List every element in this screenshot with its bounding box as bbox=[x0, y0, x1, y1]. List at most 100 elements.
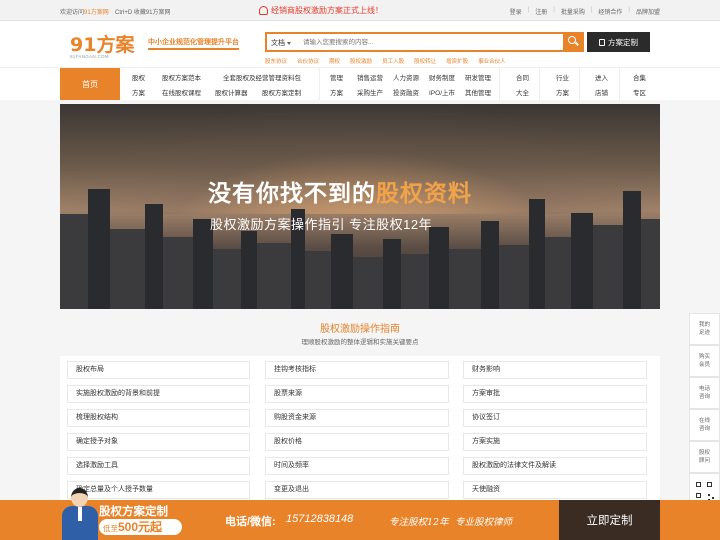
guide-link[interactable]: 挂钩考核指标 bbox=[265, 361, 449, 379]
dealer-link[interactable]: 经销合作 bbox=[598, 7, 622, 16]
banner-headline: 没有你找不到的股权资料 bbox=[208, 174, 472, 208]
login-link[interactable]: 登录 bbox=[510, 7, 522, 16]
guide-link[interactable]: 财务影响 bbox=[463, 361, 647, 379]
welcome-prefix: 欢迎访问 bbox=[60, 10, 85, 16]
slogan: 中小企业规范化管理提升平台 bbox=[148, 37, 239, 50]
guide-link[interactable]: 股票来源 bbox=[265, 385, 449, 403]
nav-group-title[interactable]: 合同 bbox=[516, 72, 529, 82]
nav-group-title[interactable]: 行业 bbox=[556, 72, 569, 82]
sidebar-phone[interactable]: 电话 咨询 bbox=[689, 377, 720, 409]
nav-group-title[interactable]: 进入 bbox=[595, 72, 608, 82]
sidebar-footprint[interactable]: 我的 足迹 bbox=[689, 313, 720, 345]
nav-group-title[interactable]: 方案 bbox=[330, 87, 343, 97]
nav-item[interactable]: IPO/上市 bbox=[429, 87, 455, 97]
nav-group-title[interactable]: 大全 bbox=[516, 87, 529, 97]
nav-item[interactable]: 其他管理 bbox=[465, 87, 491, 97]
sidebar-label: 电话 bbox=[698, 386, 710, 392]
nav-group-title[interactable]: 管理 bbox=[330, 72, 343, 82]
sidebar-advisor[interactable]: 股权 顾问 bbox=[689, 441, 720, 473]
franchise-link[interactable]: 品牌加盟 bbox=[636, 7, 660, 16]
price-badge: 低至500元起 bbox=[99, 519, 182, 535]
guide-link[interactable]: 方案审批 bbox=[463, 385, 647, 403]
nav-item[interactable]: 股权计算器 bbox=[215, 87, 248, 97]
logo[interactable]: 91方案 91FANGAN.COM bbox=[70, 30, 140, 62]
nav-item[interactable]: 股权方案范本 bbox=[162, 72, 201, 82]
price-prefix: 低至 bbox=[103, 524, 118, 533]
custom-plan-label: 方案定制 bbox=[608, 37, 638, 47]
hot-link[interactable]: 事业合伙人 bbox=[478, 57, 506, 65]
hot-link[interactable]: 股权转让 bbox=[414, 57, 436, 65]
consultant-avatar bbox=[58, 486, 102, 540]
search-button[interactable] bbox=[563, 32, 584, 52]
nav-group-title[interactable]: 店铺 bbox=[595, 87, 608, 97]
guide-link[interactable]: 股权激励的法律文件及解读 bbox=[463, 457, 647, 475]
nav-item[interactable]: 人力资源 bbox=[393, 72, 419, 82]
announcement[interactable]: 经销商股权激励方案正式上线！ bbox=[259, 5, 383, 16]
tagline-experience: 专注股权12年 bbox=[389, 517, 449, 528]
document-icon bbox=[599, 38, 605, 46]
divider: | bbox=[590, 7, 593, 13]
logo-text: 91方案 bbox=[70, 34, 135, 56]
nav-group-title[interactable]: 方案 bbox=[132, 87, 145, 97]
banner-subline: 股权激励方案操作指引 专注股权12年 bbox=[210, 217, 433, 232]
hot-link[interactable]: 期权 bbox=[329, 57, 340, 65]
site-name-link[interactable]: 91方案网 bbox=[84, 10, 109, 16]
nav-item[interactable]: 财务制度 bbox=[429, 72, 455, 82]
top-bar: 欢迎访问91方案网 Ctrl+D 收藏91方案网 经销商股权激励方案正式上线！ … bbox=[0, 0, 720, 21]
guide-link[interactable]: 购股资金来源 bbox=[265, 409, 449, 427]
bookmark-hint[interactable]: Ctrl+D 收藏91方案网 bbox=[115, 7, 171, 16]
sidebar-label: 股权 bbox=[698, 450, 710, 456]
guide-link[interactable]: 股权价格 bbox=[265, 433, 449, 451]
guide-link[interactable]: 天使融资 bbox=[463, 481, 647, 499]
sidebar-label: 顾问 bbox=[698, 458, 710, 464]
sidebar-label: 我的 bbox=[698, 322, 710, 328]
divider: | bbox=[553, 7, 555, 13]
guide-link[interactable]: 选择激励工具 bbox=[67, 457, 250, 475]
nav-home[interactable]: 首页 bbox=[60, 68, 120, 100]
hot-link[interactable]: 员工入股 bbox=[382, 57, 404, 65]
nav-item[interactable]: 采购生产 bbox=[357, 87, 383, 97]
customize-now-button[interactable]: 立即定制 bbox=[559, 500, 660, 540]
search-input[interactable] bbox=[303, 36, 553, 49]
sidebar-label: 会员 bbox=[698, 362, 710, 368]
nav-item[interactable]: 在线股权课程 bbox=[162, 87, 201, 97]
logo-subtext: 91FANGAN.COM bbox=[70, 54, 109, 59]
guide-link[interactable]: 实施股权激励的背景和前提 bbox=[67, 385, 250, 403]
hot-link[interactable]: 股东协议 bbox=[265, 57, 287, 65]
nav-item[interactable]: 投资融资 bbox=[393, 87, 419, 97]
nav-item[interactable]: 销售运营 bbox=[357, 72, 383, 82]
main-nav: 首页 股权 方案 股权方案范本 全套股权及经营管理资料包 在线股权课程 股权计算… bbox=[0, 67, 720, 100]
top-links: 登录 | 注册 | 批量采购 | 经销合作 | 品牌加盟 bbox=[510, 7, 660, 16]
header: 91方案 91FANGAN.COM 中小企业规范化管理提升平台 文档 方案定制 … bbox=[0, 21, 720, 67]
nav-item[interactable]: 研发管理 bbox=[465, 72, 491, 82]
sidebar-label: 咨询 bbox=[698, 426, 710, 432]
nav-group-title[interactable]: 方案 bbox=[556, 87, 569, 97]
guide-link[interactable]: 协议签订 bbox=[463, 409, 647, 427]
hot-link[interactable]: 合伙协议 bbox=[297, 57, 319, 65]
sidebar-membership[interactable]: 购买 会员 bbox=[689, 345, 720, 377]
guide-link[interactable]: 确定授予对象 bbox=[67, 433, 250, 451]
nav-group-title[interactable]: 股权 bbox=[132, 72, 145, 82]
nav-group-title[interactable]: 专区 bbox=[633, 87, 646, 97]
guide-link[interactable]: 股权布局 bbox=[67, 361, 250, 379]
nav-item[interactable]: 股权方案定制 bbox=[262, 87, 301, 97]
search-type-select[interactable]: 文档 bbox=[271, 38, 291, 48]
guide-link[interactable]: 变更及退出 bbox=[265, 481, 449, 499]
custom-plan-button[interactable]: 方案定制 bbox=[587, 32, 650, 52]
hero-banner[interactable]: 没有你找不到的股权资料 股权激励方案操作指引 专注股权12年 bbox=[60, 104, 660, 309]
guide-link[interactable]: 梳理股权结构 bbox=[67, 409, 250, 427]
hot-link[interactable]: 股权激励 bbox=[350, 57, 372, 65]
announcement-text: 经销商股权激励方案正式上线！ bbox=[271, 6, 383, 15]
search-icon bbox=[568, 36, 576, 44]
phone-number[interactable]: 15712838148 bbox=[286, 513, 353, 525]
hot-link[interactable]: 增资扩股 bbox=[446, 57, 468, 65]
nav-item[interactable]: 全套股权及经营管理资料包 bbox=[223, 72, 301, 82]
guide-link[interactable]: 时间及频率 bbox=[265, 457, 449, 475]
sidebar-label: 咨询 bbox=[698, 394, 710, 400]
bulk-purchase-link[interactable]: 批量采购 bbox=[561, 7, 585, 16]
guide-link[interactable]: 方案实施 bbox=[463, 433, 647, 451]
nav-group-title[interactable]: 合集 bbox=[633, 72, 646, 82]
sidebar-online[interactable]: 在线 咨询 bbox=[689, 409, 720, 441]
bottom-promo-bar: 股权方案定制 低至500元起 电话/微信: 15712838148 专注股权12… bbox=[0, 488, 720, 540]
register-link[interactable]: 注册 bbox=[535, 7, 547, 16]
